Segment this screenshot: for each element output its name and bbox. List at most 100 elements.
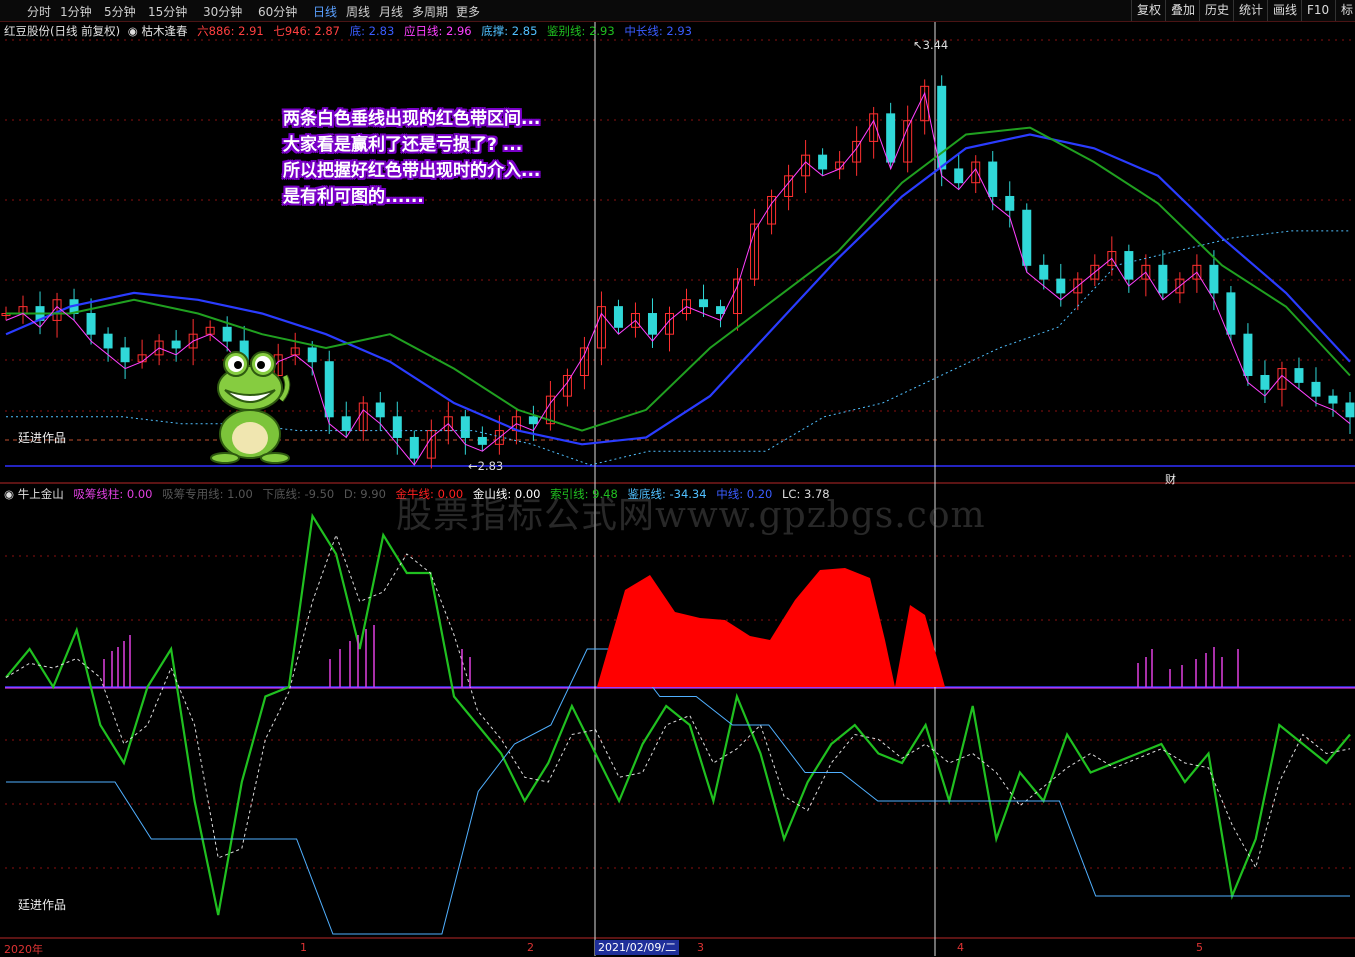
dropdown-icon[interactable]: ◉	[4, 487, 14, 501]
toolbar-button-5[interactable]: F10	[1301, 0, 1334, 21]
toolbar-button-4[interactable]: 画线	[1267, 0, 1302, 21]
period-tab-10[interactable]: 更多	[456, 3, 480, 20]
signature-sub: 廷进作品	[18, 898, 67, 912]
stock-chart[interactable]	[0, 0, 1355, 956]
candle-body	[1294, 368, 1304, 383]
candle-body	[528, 416, 538, 425]
candle-body	[1260, 374, 1270, 390]
indicator-value-0: 吸筹线柱: 0.00	[73, 487, 153, 501]
dropdown-icon[interactable]: ◉	[128, 24, 138, 38]
candle-body	[1345, 402, 1355, 418]
candle-body	[171, 340, 181, 349]
candle-body	[1158, 264, 1168, 294]
sub-indicator	[5, 512, 1351, 935]
x-tick-label: 2020年	[4, 943, 43, 956]
candle-body	[699, 299, 709, 308]
indicator-value-2: 下底线: -9.50	[258, 487, 335, 501]
cursor-date-tag: 2021/02/09/二	[595, 940, 680, 955]
toolbar-button-3[interactable]: 统计	[1233, 0, 1268, 21]
candle-body	[86, 313, 96, 335]
candle-body	[477, 436, 487, 445]
candle-body	[1124, 251, 1134, 280]
candle-body	[392, 416, 402, 438]
annotation-line: 是有利可图的......	[283, 187, 424, 207]
period-tab-8[interactable]: 月线	[379, 3, 403, 20]
x-tick-label: 1	[300, 941, 307, 954]
candle-body	[1209, 264, 1219, 294]
toolbar-button-6[interactable]: 标	[1335, 0, 1355, 21]
toolbar-button-0[interactable]: 复权	[1131, 0, 1166, 21]
annotation-text: 两条白色垂线出现的红色带区间... 大家看是赢利了还是亏损了? ... 所以把握…	[283, 106, 540, 210]
candle-body	[886, 113, 896, 163]
main-info-bar: 红豆股份(日线 前复权) ◉ 枯木逢春 六886: 2.91 七946: 2.8…	[4, 23, 692, 39]
candle-body	[1328, 395, 1338, 404]
candle-body	[460, 416, 470, 438]
period-toolbar: 分时 1分钟 5分钟 15分钟 30分钟 60分钟 日线 周线 月线 多周期 更多 标 F10 画线 统计历…	[0, 0, 1355, 22]
candle-body	[1311, 381, 1321, 397]
x-tick-label: 3	[697, 941, 704, 954]
high-price-value: 3.44	[922, 38, 949, 52]
candle-body	[341, 416, 351, 432]
indicator-value-3: 应日线: 2.96	[400, 24, 472, 38]
indicator-value-1: 吸筹专用线: 1.00	[158, 487, 253, 501]
indicator-name[interactable]: 枯木逢春	[142, 24, 188, 38]
series-line-jinshan	[5, 533, 1351, 869]
series-line-jiandi	[6, 648, 1350, 935]
finance-marker[interactable]: 财	[1165, 471, 1176, 487]
sub-indicator-name[interactable]: 牛上金山	[18, 487, 64, 501]
high-price-label: ↖3.44	[913, 38, 949, 52]
candle-body	[120, 347, 130, 363]
candle-body	[1243, 333, 1253, 376]
frog-mascot-image	[210, 351, 291, 464]
low-price-value: 2.83	[477, 459, 504, 473]
candle-body	[613, 306, 623, 328]
indicator-value-4: 底撑: 2.85	[477, 24, 538, 38]
annotation-line: 两条白色垂线出现的红色带区间...	[283, 109, 541, 129]
indicator-value-0: 六886: 2.91	[197, 24, 264, 38]
candle-body	[222, 326, 232, 342]
red-band-area	[597, 568, 945, 687]
toolbar-button-2[interactable]: 历史	[1199, 0, 1234, 21]
period-tab-2[interactable]: 5分钟	[104, 3, 136, 20]
period-tab-4[interactable]: 30分钟	[203, 3, 242, 20]
period-tab-6[interactable]: 日线	[313, 3, 337, 20]
period-tab-5[interactable]: 60分钟	[258, 3, 297, 20]
watermark: 股票指标公式网www.gpzbgs.com	[396, 495, 986, 536]
candle-body	[103, 333, 113, 349]
candle-body	[988, 161, 998, 197]
x-tick-label: 5	[1196, 941, 1203, 954]
period-tab-0[interactable]: 分时	[27, 3, 51, 20]
candle-body	[716, 306, 726, 315]
candle-body	[818, 154, 828, 170]
candle-body	[324, 361, 334, 418]
period-tab-3[interactable]: 15分钟	[148, 3, 187, 20]
series-line-suoyin	[5, 512, 1351, 916]
period-tab-7[interactable]: 周线	[346, 3, 370, 20]
indicator-value-6: 中长线: 2.93	[620, 24, 692, 38]
period-tab-9[interactable]: 多周期	[412, 3, 448, 20]
indicator-value-3: D: 9.90	[340, 487, 386, 501]
x-tick-label: 4	[957, 941, 964, 954]
annotation-line: 大家看是赢利了还是亏损了? ...	[283, 135, 523, 155]
annotation-line: 所以把握好红色带出现时的介入...	[283, 161, 541, 181]
low-price-label: ←2.83	[468, 459, 504, 473]
x-tick-label: 2	[527, 941, 534, 954]
signature-main: 廷进作品	[18, 431, 67, 445]
indicator-value-2: 底: 2.83	[346, 24, 395, 38]
period-tab-1[interactable]: 1分钟	[60, 3, 92, 20]
candle-body	[1056, 278, 1066, 294]
candle-body	[954, 168, 964, 184]
candle-body	[1039, 264, 1049, 280]
indicator-value-1: 七946: 2.87	[269, 24, 340, 38]
candle-body	[937, 85, 947, 170]
candle-body	[647, 313, 657, 335]
toolbar-button-1[interactable]: 叠加	[1165, 0, 1200, 21]
candle-body	[1005, 195, 1015, 211]
candle-body	[1226, 292, 1236, 335]
candle-body	[307, 347, 317, 363]
candle-body	[409, 436, 419, 459]
candle-body	[375, 402, 385, 418]
main-line-values: 六886: 2.91 七946: 2.87 底: 2.83 应日线: 2.96 …	[191, 24, 692, 38]
stock-title: 红豆股份(日线 前复权)	[4, 24, 121, 38]
indicator-value-5: 鉴别线: 2.93	[543, 24, 615, 38]
